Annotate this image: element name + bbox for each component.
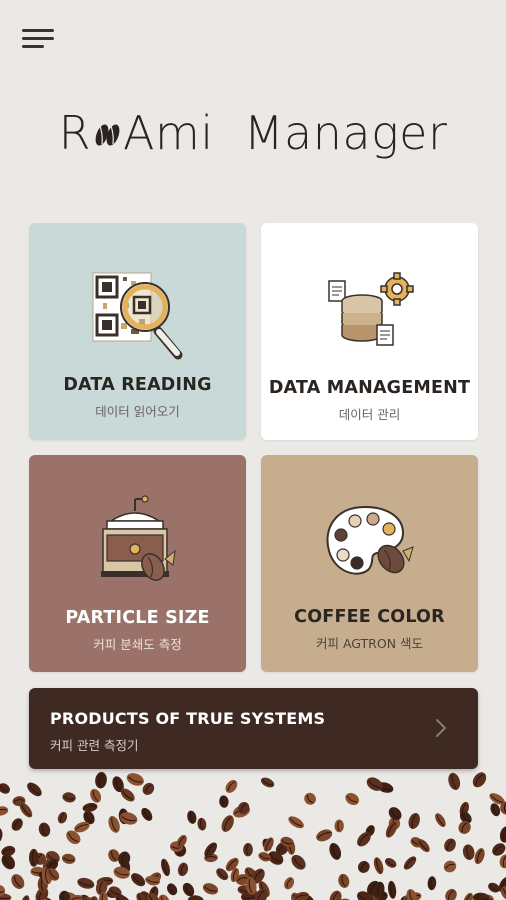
coffee-bean bbox=[0, 806, 9, 816]
coffee-bean bbox=[385, 858, 397, 868]
coffee-bean bbox=[373, 857, 384, 875]
products-banner-subtitle: 커피 관련 측정기 bbox=[50, 738, 139, 753]
coffee-bean bbox=[95, 772, 107, 789]
coffee-bean bbox=[463, 892, 473, 900]
coffee-bean bbox=[58, 890, 71, 900]
coffee-bean bbox=[474, 848, 485, 865]
coffee-bean bbox=[0, 783, 10, 794]
color-palette-icon bbox=[326, 505, 414, 575]
coffee-bean bbox=[38, 822, 51, 837]
coffee-beans-background-image bbox=[0, 772, 506, 900]
coffee-bean bbox=[403, 856, 417, 870]
coffee-bean bbox=[345, 792, 360, 806]
coffee-bean bbox=[284, 877, 295, 890]
coffee-bean bbox=[408, 813, 420, 829]
coffee-bean bbox=[126, 773, 144, 786]
app-title-part2: Ami bbox=[123, 106, 214, 160]
coffee-bean bbox=[62, 792, 76, 803]
coffee-bean bbox=[316, 829, 333, 842]
coffee-bean bbox=[258, 852, 271, 862]
coffee-bean bbox=[141, 807, 153, 821]
coffee-bean bbox=[445, 888, 457, 900]
hamburger-menu-icon[interactable] bbox=[22, 28, 56, 52]
coffee-color-title: COFFEE COLOR bbox=[294, 607, 445, 627]
coffee-bean bbox=[243, 843, 253, 857]
coffee-bean bbox=[77, 877, 95, 889]
coffee-bean bbox=[221, 815, 234, 832]
coffee-bean bbox=[27, 782, 42, 797]
qr-magnifier-icon bbox=[92, 272, 182, 360]
coffee-bean bbox=[304, 792, 316, 805]
coffee-bean bbox=[293, 891, 310, 900]
coffee-color-card[interactable]: COFFEE COLOR 커피 AGTRON 색도 bbox=[261, 455, 478, 672]
coffee-bean bbox=[288, 816, 304, 829]
products-banner-title: PRODUCTS OF TRUE SYSTEMS bbox=[50, 709, 326, 728]
coffee-bean bbox=[462, 844, 475, 861]
coffee-bean bbox=[435, 813, 446, 827]
coffee-bean bbox=[28, 848, 39, 867]
coffee-bean bbox=[329, 890, 342, 900]
data-reading-title: DATA READING bbox=[63, 375, 212, 395]
particle-size-subtitle: 커피 분쇄도 측정 bbox=[93, 637, 182, 652]
particle-size-title: PARTICLE SIZE bbox=[65, 608, 210, 628]
database-gear-icon bbox=[327, 272, 414, 346]
app-title: R Ami Manager bbox=[0, 106, 506, 166]
coffee-bean bbox=[57, 811, 68, 824]
coffee-bean bbox=[443, 860, 457, 873]
coffee-bean bbox=[187, 810, 197, 824]
coffee-color-subtitle: 커피 AGTRON 색도 bbox=[315, 636, 424, 651]
coffee-bean bbox=[131, 873, 146, 887]
particle-size-card[interactable]: PARTICLE SIZE 커피 분쇄도 측정 bbox=[29, 455, 246, 672]
coffee-bean bbox=[357, 860, 370, 873]
coffee-bean bbox=[177, 862, 189, 877]
coffee-bean bbox=[219, 795, 229, 808]
coffee-bean bbox=[61, 853, 76, 864]
coffee-bean bbox=[488, 882, 500, 893]
coffee-bean bbox=[82, 802, 98, 812]
coffee-bean bbox=[499, 854, 506, 869]
app-title-part1: R bbox=[58, 106, 92, 160]
app-title-part3: Manager bbox=[243, 106, 448, 160]
coffee-bean bbox=[11, 818, 23, 831]
data-reading-card[interactable]: DATA READING 데이터 읽어오기 bbox=[29, 223, 246, 440]
coffee-bean bbox=[338, 873, 350, 888]
coffee-bean bbox=[20, 895, 30, 900]
data-management-title: DATA MANAGEMENT bbox=[268, 378, 471, 398]
coffee-bean bbox=[197, 817, 207, 831]
coffee-bean bbox=[167, 883, 178, 896]
coffee-bean-logo-icon bbox=[95, 124, 120, 146]
coffee-bean bbox=[225, 779, 238, 793]
coffee-bean bbox=[448, 772, 461, 790]
coffee-bean bbox=[334, 819, 344, 833]
chevron-right-icon[interactable] bbox=[434, 717, 448, 739]
coffee-bean bbox=[158, 894, 170, 900]
coffee-bean bbox=[329, 842, 342, 860]
coffee-bean bbox=[291, 854, 306, 870]
coffee-bean bbox=[499, 826, 506, 843]
coffee-bean bbox=[202, 883, 219, 895]
coffee-grinder-icon bbox=[100, 495, 176, 581]
data-management-subtitle: 데이터 관리 bbox=[338, 407, 401, 422]
coffee-bean bbox=[444, 838, 456, 852]
coffee-bean bbox=[387, 880, 397, 899]
coffee-bean bbox=[0, 827, 3, 844]
products-banner[interactable]: PRODUCTS OF TRUE SYSTEMS 커피 관련 측정기 bbox=[29, 688, 478, 769]
coffee-bean bbox=[161, 858, 170, 877]
coffee-bean bbox=[90, 788, 102, 803]
coffee-bean bbox=[260, 777, 275, 788]
coffee-bean bbox=[472, 772, 487, 788]
coffee-bean bbox=[427, 876, 437, 891]
coffee-bean bbox=[11, 874, 25, 889]
data-reading-subtitle: 데이터 읽어오기 bbox=[95, 404, 180, 419]
data-management-card[interactable]: DATA MANAGEMENT 데이터 관리 bbox=[261, 223, 478, 440]
